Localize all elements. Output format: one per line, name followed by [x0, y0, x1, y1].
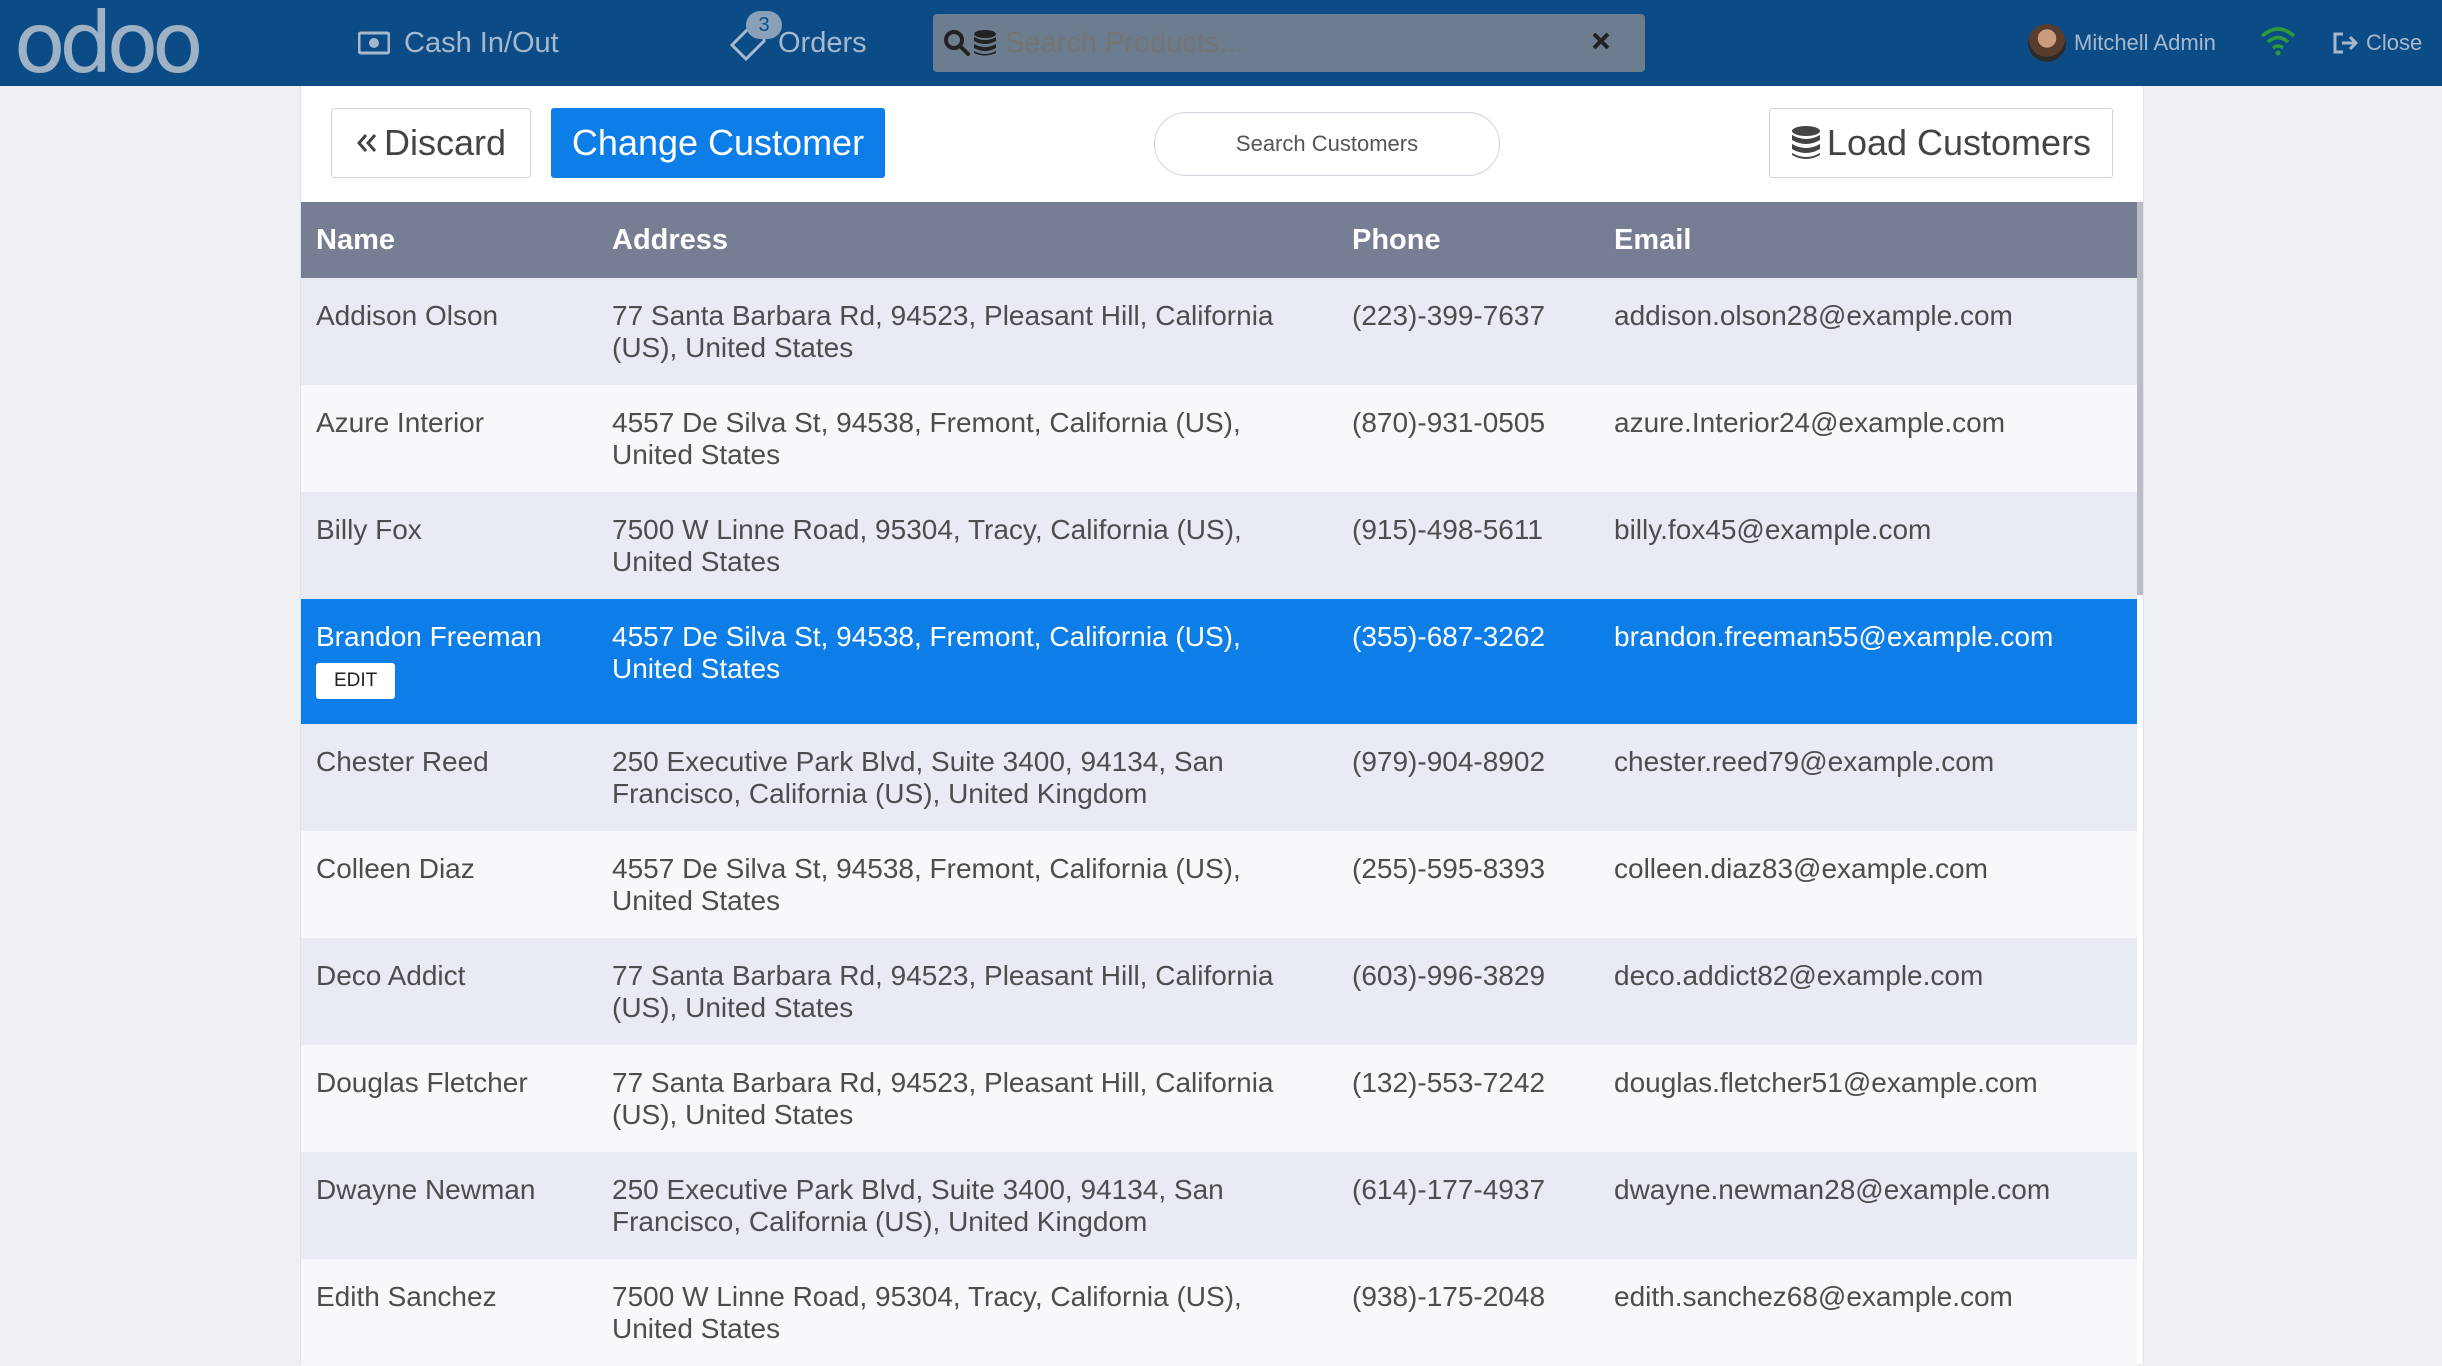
discard-label: Discard — [383, 122, 507, 163]
customer-search-input[interactable] — [1154, 112, 1500, 176]
customer-address: 77 Santa Barbara Rd, 94523, Pleasant Hil… — [612, 300, 1274, 363]
customer-address: 77 Santa Barbara Rd, 94523, Pleasant Hil… — [612, 960, 1274, 1023]
close-label: Close — [2366, 30, 2423, 55]
odoo-logo: odoo — [14, 0, 204, 92]
table-row[interactable]: Chester Reed 250 Executive Park Blvd, Su… — [301, 724, 2137, 831]
customer-email: deco.addict82@example.com — [1614, 960, 1984, 991]
table-row[interactable]: Azure Interior 4557 De Silva St, 94538, … — [301, 385, 2137, 492]
customer-name: Colleen Diaz — [316, 853, 475, 884]
customer-phone: (603)-996-3829 — [1352, 960, 1546, 991]
customer-phone: (938)-175-2048 — [1352, 1281, 1546, 1312]
customer-phone: (979)-904-8902 — [1352, 746, 1546, 777]
customer-email: billy.fox45@example.com — [1614, 514, 1932, 545]
customer-email: azure.Interior24@example.com — [1614, 407, 2006, 438]
cash-in-out-label: Cash In/Out — [404, 26, 559, 59]
clear-search-button[interactable] — [1581, 14, 1621, 72]
table-row[interactable]: Addison Olson 77 Santa Barbara Rd, 94523… — [301, 278, 2137, 385]
customer-phone: (355)-687-3262 — [1352, 621, 1546, 652]
customer-email: edith.sanchez68@example.com — [1614, 1281, 2013, 1312]
orders-button[interactable]: 3 Orders — [728, 0, 867, 86]
column-header-name: Name — [316, 223, 395, 256]
discard-button[interactable]: Discard — [331, 108, 531, 178]
customer-address: 250 Executive Park Blvd, Suite 3400, 941… — [612, 746, 1224, 809]
cash-in-out-button[interactable]: Cash In/Out — [358, 0, 559, 86]
customer-name-cell: Brandon Freeman EDIT — [301, 599, 597, 724]
customer-table: Name Address Phone Email Addison Olson 7… — [301, 202, 2137, 1366]
product-search-input[interactable] — [1003, 13, 1581, 73]
double-chevron-left-icon — [356, 131, 378, 155]
orders-count-badge: 3 — [746, 11, 782, 39]
customer-phone: (915)-498-5611 — [1352, 514, 1543, 545]
customer-name: Deco Addict — [316, 960, 466, 991]
table-row[interactable]: Dwayne Newman 250 Executive Park Blvd, S… — [301, 1152, 2137, 1259]
avatar — [2028, 24, 2066, 62]
change-customer-label: Change Customer — [571, 122, 865, 163]
customer-phone: (870)-931-0505 — [1352, 407, 1546, 438]
wifi-icon — [2260, 26, 2296, 61]
column-header-email: Email — [1614, 223, 1692, 256]
table-row-selected[interactable]: Brandon Freeman EDIT 4557 De Silva St, 9… — [301, 599, 2137, 724]
customer-address: 7500 W Linne Road, 95304, Tracy, Califor… — [612, 514, 1242, 577]
customer-name: Azure Interior — [316, 407, 485, 438]
customer-email: douglas.fletcher51@example.com — [1614, 1067, 2038, 1098]
column-header-address: Address — [612, 223, 729, 256]
customer-address: 250 Executive Park Blvd, Suite 3400, 941… — [612, 1174, 1224, 1237]
customer-address: 7500 W Linne Road, 95304, Tracy, Califor… — [612, 1281, 1242, 1344]
table-row[interactable]: Deco Addict 77 Santa Barbara Rd, 94523, … — [301, 938, 2137, 1045]
product-search-box — [933, 13, 1645, 73]
change-customer-button[interactable]: Change Customer — [551, 108, 885, 178]
customer-phone: (132)-553-7242 — [1352, 1067, 1546, 1098]
customer-email: brandon.freeman55@example.com — [1614, 621, 2054, 652]
customer-email: addison.olson28@example.com — [1614, 300, 2013, 331]
user-name: Mitchell Admin — [2074, 30, 2216, 55]
money-icon — [358, 31, 390, 55]
table-row[interactable]: Edith Sanchez 7500 W Linne Road, 95304, … — [301, 1259, 2137, 1366]
user-menu[interactable]: Mitchell Admin — [2028, 0, 2216, 86]
sign-out-icon — [2332, 31, 2360, 55]
customer-name: Billy Fox — [316, 514, 422, 545]
customer-address: 77 Santa Barbara Rd, 94523, Pleasant Hil… — [612, 1067, 1274, 1130]
table-header-row: Name Address Phone Email — [301, 202, 2137, 278]
close-icon — [1591, 31, 1611, 56]
search-icon — [943, 29, 971, 57]
load-customers-button[interactable]: Load Customers — [1769, 108, 2113, 178]
customer-email: dwayne.newman28@example.com — [1614, 1174, 2051, 1205]
customer-name: Edith Sanchez — [316, 1281, 497, 1312]
table-row[interactable]: Douglas Fletcher 77 Santa Barbara Rd, 94… — [301, 1045, 2137, 1152]
customer-phone: (223)-399-7637 — [1352, 300, 1546, 331]
customer-address: 4557 De Silva St, 94538, Fremont, Califo… — [612, 407, 1241, 470]
customer-phone: (614)-177-4937 — [1352, 1174, 1546, 1205]
column-header-phone: Phone — [1352, 223, 1441, 256]
customer-phone: (255)-595-8393 — [1352, 853, 1546, 884]
customer-name: Brandon Freeman — [316, 621, 542, 652]
customer-address: 4557 De Silva St, 94538, Fremont, Califo… — [612, 621, 1241, 684]
orders-label: Orders — [778, 26, 867, 59]
customer-name: Douglas Fletcher — [316, 1067, 528, 1098]
customer-address: 4557 De Silva St, 94538, Fremont, Califo… — [612, 853, 1241, 916]
table-scrollbar[interactable] — [2137, 202, 2143, 595]
edit-customer-button[interactable]: EDIT — [316, 663, 396, 699]
customer-list-panel: Discard Change Customer Load Customers N… — [300, 86, 2144, 1366]
customer-email: colleen.diaz83@example.com — [1614, 853, 1988, 884]
close-button[interactable]: Close — [2332, 0, 2422, 86]
customer-name: Addison Olson — [316, 300, 499, 331]
table-row[interactable]: Billy Fox 7500 W Linne Road, 95304, Trac… — [301, 492, 2137, 599]
customer-name: Dwayne Newman — [316, 1174, 536, 1205]
top-bar: odoo Cash In/Out 3 Orders Mitc — [0, 0, 2442, 86]
database-icon — [1791, 125, 1821, 161]
table-row[interactable]: Colleen Diaz 4557 De Silva St, 94538, Fr… — [301, 831, 2137, 938]
load-customers-label: Load Customers — [1826, 122, 2092, 163]
customer-name: Chester Reed — [316, 746, 489, 777]
customer-email: chester.reed79@example.com — [1614, 746, 1995, 777]
database-icon — [973, 29, 997, 57]
